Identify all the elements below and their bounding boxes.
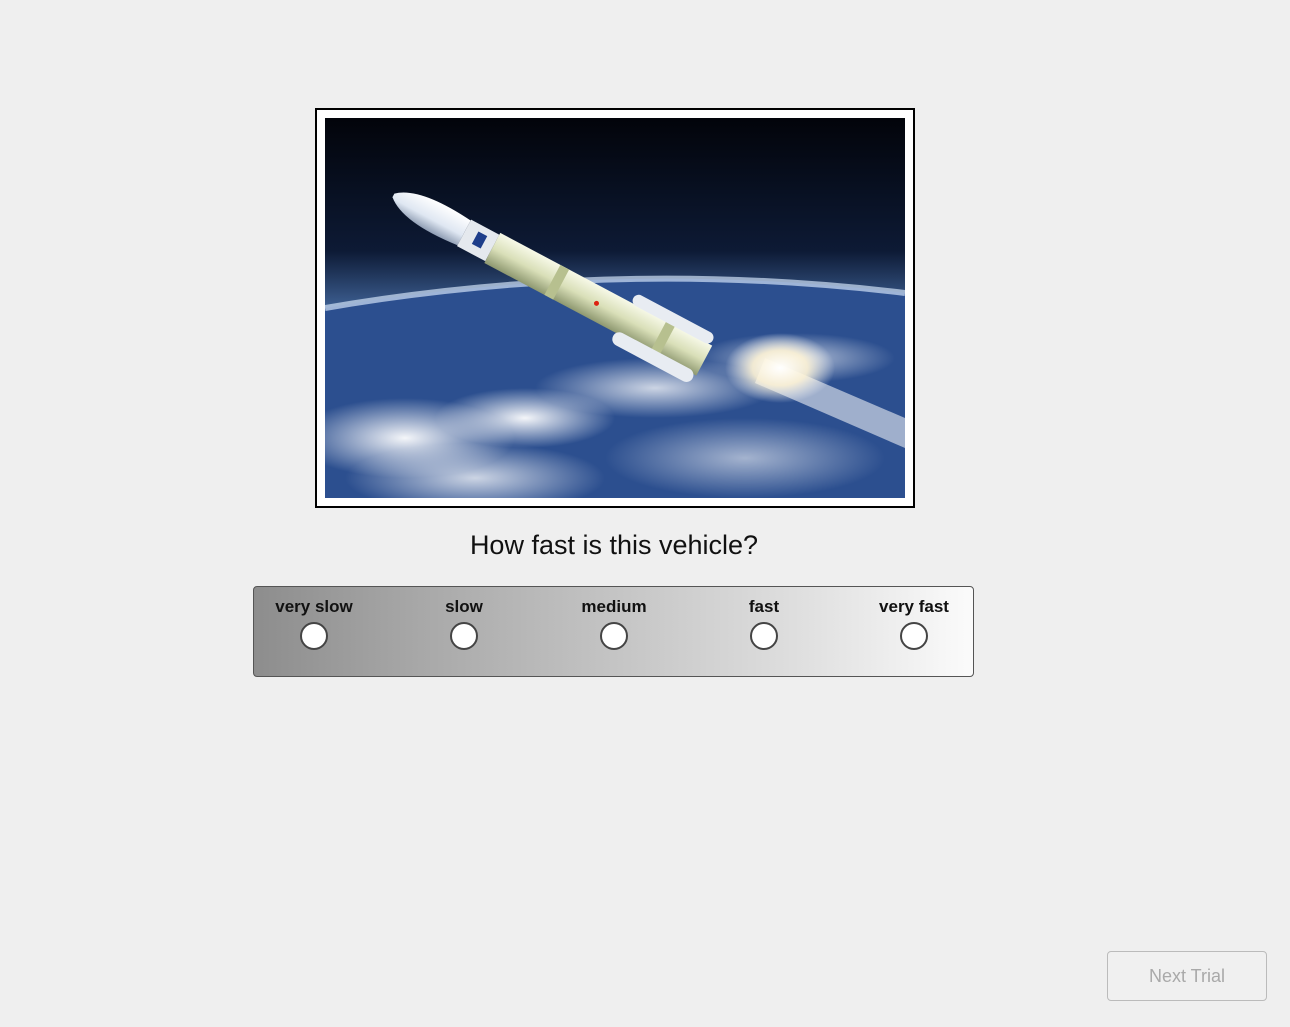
rating-option-slow[interactable]: slow [389, 597, 539, 650]
stimulus-image-rocket [325, 118, 905, 498]
rating-option-very-slow[interactable]: very slow [239, 597, 389, 650]
trial-page: How fast is this vehicle? very slow slow… [0, 0, 1290, 1027]
speed-rating-scale: very slow slow medium fast very fast [253, 586, 974, 677]
next-trial-button[interactable]: Next Trial [1107, 951, 1267, 1001]
rating-label: slow [445, 597, 483, 616]
question-text: How fast is this vehicle? [469, 530, 759, 560]
rating-radio-very-slow[interactable] [300, 622, 328, 650]
stimulus-image-frame [315, 108, 915, 508]
rating-option-fast[interactable]: fast [689, 597, 839, 650]
rating-label: very fast [879, 597, 949, 616]
rating-radio-fast[interactable] [750, 622, 778, 650]
rating-label: medium [581, 597, 647, 616]
rating-option-medium[interactable]: medium [539, 597, 689, 650]
rating-radio-medium[interactable] [600, 622, 628, 650]
rating-label: fast [748, 597, 780, 616]
rating-label: very slow [275, 597, 353, 616]
rating-radio-very-fast[interactable] [900, 622, 928, 650]
rating-option-very-fast[interactable]: very fast [839, 597, 989, 650]
rating-radio-slow[interactable] [450, 622, 478, 650]
